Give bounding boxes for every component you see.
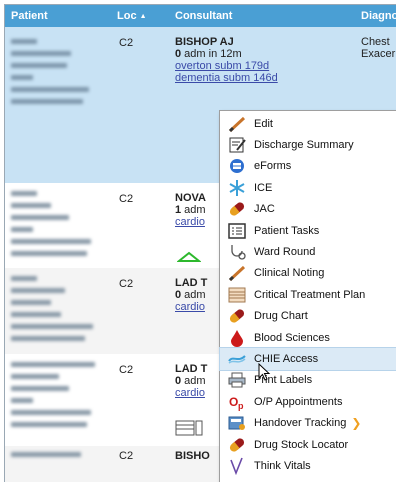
row-diagnosis: Chest Exacer	[361, 36, 396, 60]
column-header-loc-label: Loc	[117, 10, 137, 22]
context-menu: Edit Discharge Summary eForms ICE JAC Pa…	[219, 110, 396, 482]
eforms-icon	[227, 157, 247, 175]
menu-item-discharge-summary[interactable]: Discharge Summary	[220, 134, 396, 155]
menu-item-jac[interactable]: JAC	[220, 199, 396, 220]
menu-item-print-labels[interactable]: Print Labels	[220, 370, 396, 391]
submission-link-overton[interactable]: overton subm 179d	[175, 60, 278, 72]
patient-details-redacted	[11, 39, 111, 111]
admission-summary: 1 adm	[175, 204, 206, 216]
pencil-icon	[227, 264, 247, 282]
menu-item-handover-tracking[interactable]: Handover Tracking ❯	[220, 413, 396, 434]
chie-icon	[227, 350, 247, 368]
table-header: Patient Loc ▲ Consultant Diagno	[5, 5, 396, 27]
sort-ascending-icon: ▲	[139, 13, 147, 20]
menu-item-blood-sciences[interactable]: Blood Sciences	[220, 327, 396, 348]
patient-details-redacted	[11, 362, 111, 434]
row-location: C2	[119, 278, 134, 290]
submenu-chevron-right-icon: ❯	[351, 416, 362, 431]
menu-item-edit[interactable]: Edit	[220, 113, 396, 134]
op-icon: Op	[227, 393, 247, 411]
column-header-loc[interactable]: Loc ▲	[117, 10, 147, 22]
menu-item-think-vitals[interactable]: Think Vitals	[220, 455, 396, 476]
mouse-pointer-icon	[258, 363, 271, 381]
patient-details-redacted	[11, 191, 111, 263]
row-location: C2	[119, 364, 134, 376]
column-header-consultant[interactable]: Consultant	[175, 10, 232, 22]
ice-snowflake-icon	[227, 179, 247, 197]
svg-text:p: p	[238, 401, 244, 411]
menu-item-chie-access[interactable]: CHIE Access	[219, 347, 396, 371]
menu-item-op-appointments[interactable]: Op O/P Appointments	[220, 391, 396, 412]
row-location: C2	[119, 193, 134, 205]
consultant-name: LAD T	[175, 277, 208, 289]
patient-list-frame: Patient Loc ▲ Consultant Diagno C2 BISHO…	[4, 4, 396, 482]
blood-drop-icon	[227, 329, 247, 347]
menu-item-critical-treatment-plan[interactable]: Critical Treatment Plan	[220, 284, 396, 305]
admission-summary: 0 adm	[175, 375, 206, 387]
menu-item-ice[interactable]: ICE	[220, 177, 396, 198]
column-header-patient[interactable]: Patient	[11, 10, 48, 22]
plan-sheet-icon[interactable]	[175, 420, 205, 436]
pill-icon	[227, 307, 247, 325]
row-location: C2	[119, 37, 134, 49]
submission-link-dementia[interactable]: dementia subm 146d	[175, 72, 278, 84]
pencil-icon	[227, 115, 247, 133]
consultant-name: BISHO	[175, 450, 210, 462]
consultant-name: BISHOP AJ	[175, 36, 234, 48]
admission-summary: 0 adm in 12m	[175, 48, 242, 60]
menu-item-drug-chart[interactable]: Drug Chart	[220, 306, 396, 327]
menu-item-eforms[interactable]: eForms	[220, 156, 396, 177]
column-header-diagnosis[interactable]: Diagno	[361, 10, 396, 22]
vitals-icon	[227, 457, 247, 476]
row-consultant-cell: LAD T 0 adm cardio	[175, 277, 207, 313]
row-consultant-cell: NOVA 1 adm cardio	[175, 192, 206, 228]
svg-text:O: O	[229, 395, 238, 409]
pill-icon	[227, 200, 247, 218]
printer-icon	[227, 371, 247, 389]
document-edit-icon	[227, 136, 247, 154]
patient-details-redacted	[11, 276, 111, 348]
plan-sheet-icon	[227, 286, 247, 304]
submission-link[interactable]: cardio	[175, 301, 207, 313]
consultant-name: NOVA	[175, 192, 206, 204]
submission-link[interactable]: cardio	[175, 387, 207, 399]
row-consultant-cell: LAD T 0 adm cardio	[175, 363, 207, 399]
consultant-name: LAD T	[175, 363, 208, 375]
stethoscope-icon	[227, 243, 247, 261]
admission-summary: 0 adm	[175, 289, 206, 301]
row-location: C2	[119, 450, 134, 462]
warning-triangle-icon[interactable]	[177, 251, 201, 263]
menu-item-clinical-noting[interactable]: Clinical Noting	[220, 263, 396, 284]
tasks-list-icon	[227, 222, 247, 240]
row-consultant-cell: BISHOP AJ 0 adm in 12m overton subm 179d…	[175, 36, 278, 84]
row-consultant-cell: BISHO	[175, 450, 210, 462]
pill-icon	[227, 436, 247, 454]
submission-link[interactable]: cardio	[175, 216, 206, 228]
patient-details-redacted	[11, 452, 111, 464]
menu-item-drug-stock-locator[interactable]: Drug Stock Locator	[220, 434, 396, 455]
menu-item-ward-round[interactable]: Ward Round	[220, 241, 396, 262]
menu-item-patient-tasks[interactable]: Patient Tasks	[220, 220, 396, 241]
handover-icon	[227, 414, 247, 432]
